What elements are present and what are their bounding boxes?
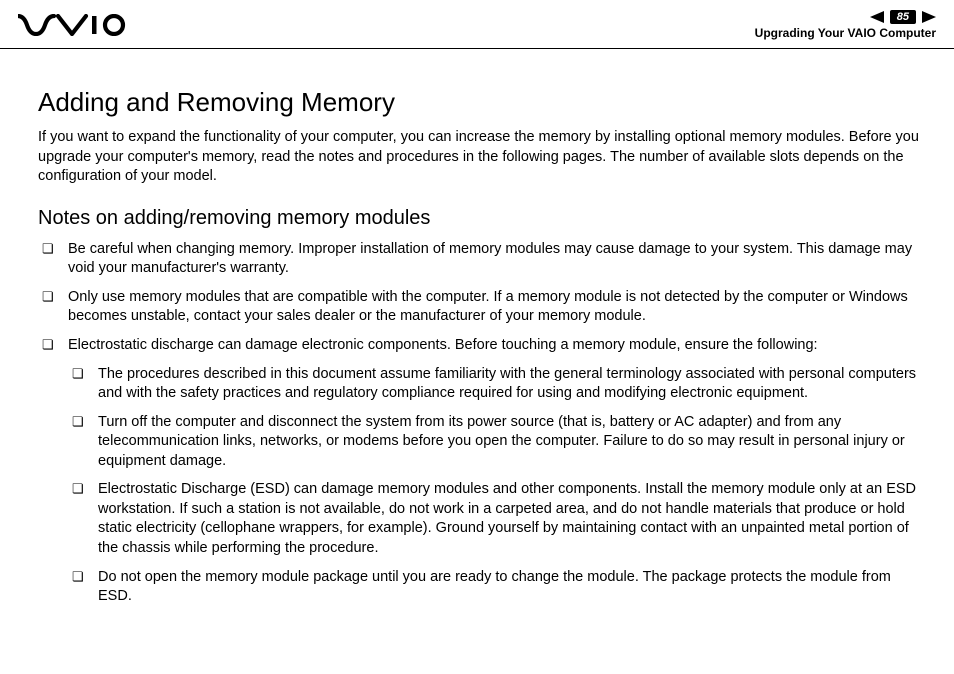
next-page-icon[interactable] xyxy=(922,11,936,23)
list-item: Turn off the computer and disconnect the… xyxy=(68,413,922,472)
intro-paragraph: If you want to expand the functionality … xyxy=(38,128,922,187)
list-item: Electrostatic Discharge (ESD) can damage… xyxy=(68,480,922,558)
page-nav: 85 xyxy=(870,10,936,24)
list-item: Do not open the memory module package un… xyxy=(68,568,922,607)
page-content: Adding and Removing Memory If you want t… xyxy=(0,49,954,607)
page-title: Adding and Removing Memory xyxy=(38,87,922,118)
notes-list: Be careful when changing memory. Imprope… xyxy=(38,240,922,607)
page-header: 85 Upgrading Your VAIO Computer xyxy=(0,0,954,49)
list-item: Be careful when changing memory. Imprope… xyxy=(38,240,922,279)
list-item-text: Electrostatic discharge can damage elect… xyxy=(68,337,818,353)
list-item: Electrostatic discharge can damage elect… xyxy=(38,336,922,607)
sub-notes-list: The procedures described in this documen… xyxy=(68,365,922,607)
section-title: Upgrading Your VAIO Computer xyxy=(755,26,936,40)
subtitle: Notes on adding/removing memory modules xyxy=(38,207,922,230)
list-item: Only use memory modules that are compati… xyxy=(38,288,922,327)
prev-page-icon[interactable] xyxy=(870,11,884,23)
vaio-logo xyxy=(18,14,128,36)
list-item: The procedures described in this documen… xyxy=(68,365,922,404)
page-number: 85 xyxy=(890,10,916,24)
header-right: 85 Upgrading Your VAIO Computer xyxy=(755,10,936,40)
